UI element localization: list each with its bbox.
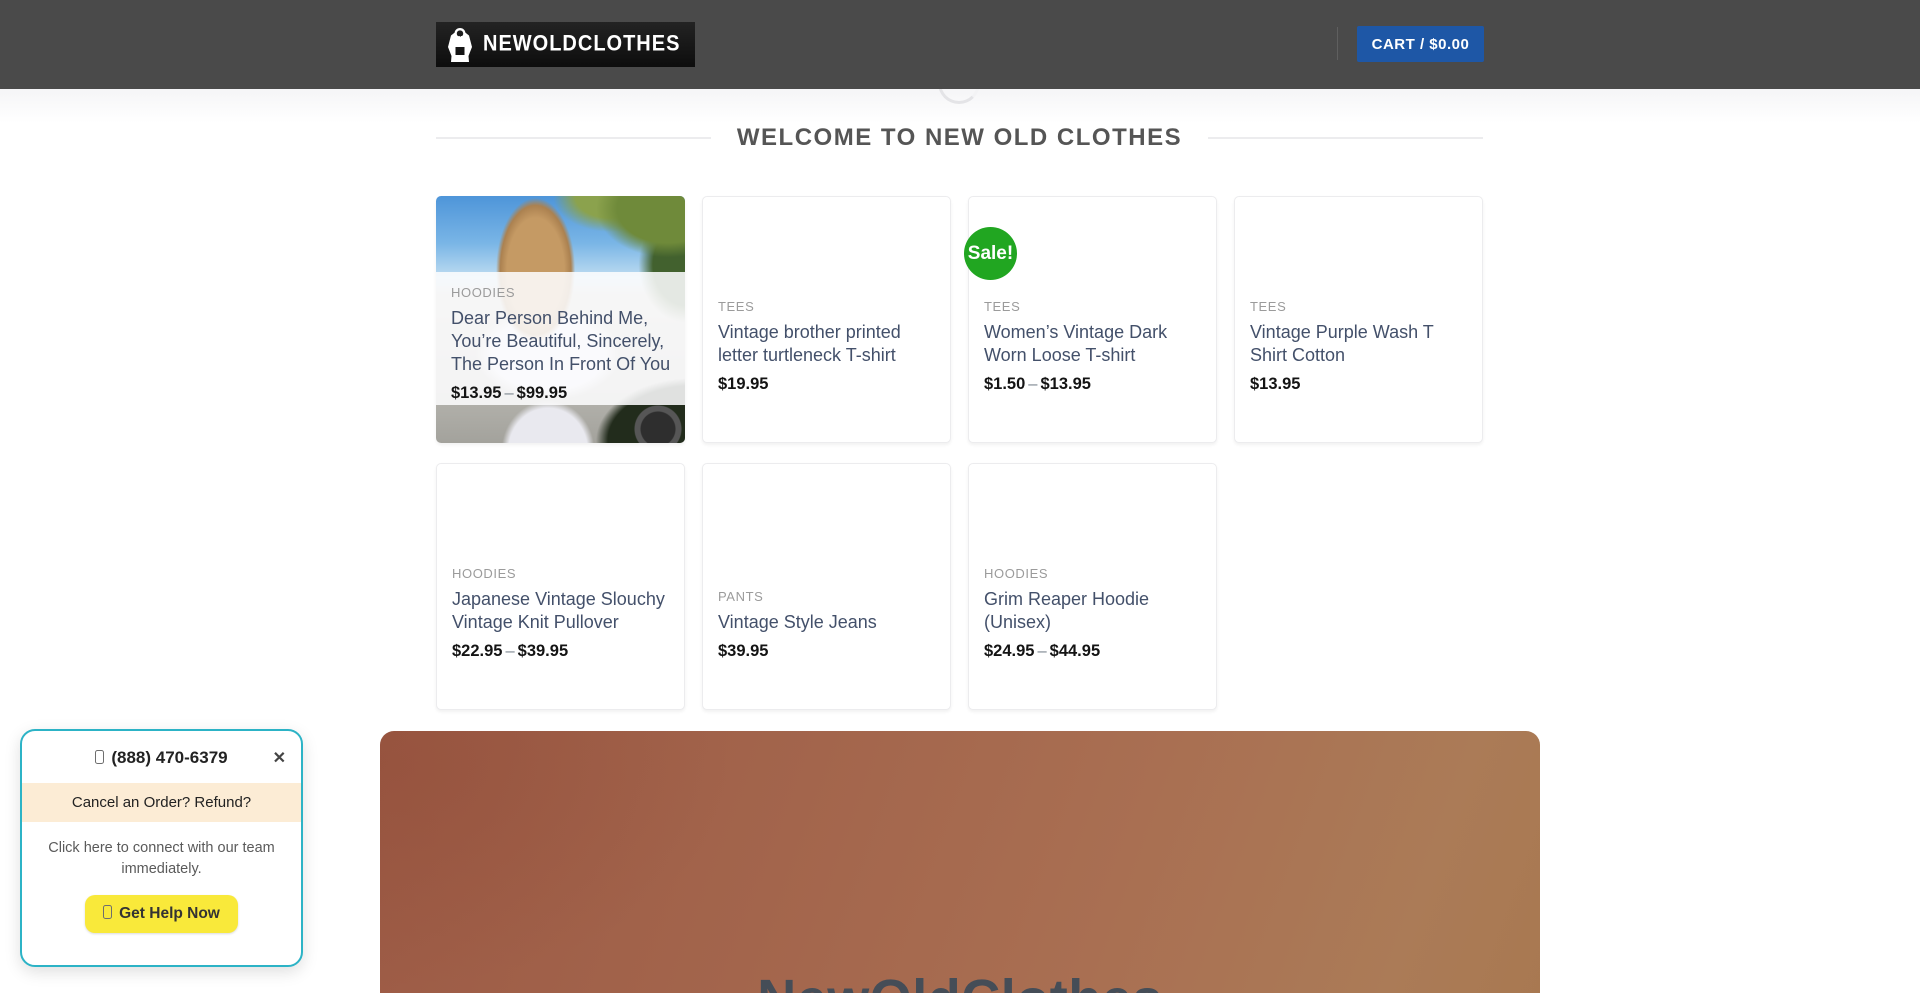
product-price: $22.95–$39.95 xyxy=(452,642,676,661)
site-header: NEWOLDCLOTHES CART / $0.00 xyxy=(0,0,1920,89)
price-to: $39.95 xyxy=(518,642,568,660)
chat-bubble-icon xyxy=(103,905,112,919)
price-from: $22.95 xyxy=(452,642,502,660)
product-price: $13.95–$99.95 xyxy=(451,384,677,403)
product-card[interactable]: Sale! TEES Women’s Vintage Dark Worn Loo… xyxy=(968,196,1217,443)
brand-banner-text: NewOldClothes xyxy=(380,968,1540,993)
header-divider xyxy=(1337,27,1338,60)
title-rule-left xyxy=(436,137,711,139)
logo-text: NEWOLDCLOTHES xyxy=(483,32,680,58)
product-category[interactable]: TEES xyxy=(984,299,1208,314)
product-title[interactable]: Women’s Vintage Dark Worn Loose T-shirt xyxy=(984,321,1208,367)
product-title[interactable]: Japanese Vintage Slouchy Vintage Knit Pu… xyxy=(452,588,676,634)
price-to: $44.95 xyxy=(1050,642,1100,660)
phone-icon xyxy=(95,750,104,764)
chat-widget: (888) 470-6379 ✕ Cancel an Order? Refund… xyxy=(20,729,303,967)
get-help-label: Get Help Now xyxy=(119,905,220,922)
brand-banner: NewOldClothes xyxy=(380,731,1540,993)
product-card[interactable]: PANTS Vintage Style Jeans $39.95 xyxy=(702,463,951,710)
product-price: $39.95 xyxy=(718,642,942,661)
product-title[interactable]: Vintage Purple Wash T Shirt Cotton xyxy=(1250,321,1474,367)
price-from: $13.95 xyxy=(1250,375,1300,393)
get-help-button[interactable]: Get Help Now xyxy=(85,895,238,933)
price-from: $1.50 xyxy=(984,375,1025,393)
page-title: WELCOME TO NEW OLD CLOTHES xyxy=(737,124,1182,152)
product-price: $24.95–$44.95 xyxy=(984,642,1208,661)
price-separator: – xyxy=(1025,375,1040,393)
chat-message: Click here to connect with our team imme… xyxy=(40,838,284,880)
product-price: $1.50–$13.95 xyxy=(984,375,1208,394)
price-to: $13.95 xyxy=(1040,375,1090,393)
sale-badge: Sale! xyxy=(964,227,1017,280)
product-price: $19.95 xyxy=(718,375,942,394)
product-card[interactable]: HOODIES Grim Reaper Hoodie (Unisex) $24.… xyxy=(968,463,1217,710)
cart-button[interactable]: CART / $0.00 xyxy=(1357,26,1484,62)
product-card[interactable]: TEES Vintage brother printed letter turt… xyxy=(702,196,951,443)
product-title[interactable]: Vintage brother printed letter turtlenec… xyxy=(718,321,942,367)
product-title[interactable]: Vintage Style Jeans xyxy=(718,611,942,634)
product-title[interactable]: Dear Person Behind Me, You’re Beautiful,… xyxy=(451,307,677,376)
chat-header: (888) 470-6379 ✕ xyxy=(22,748,301,768)
price-from: $13.95 xyxy=(451,384,501,402)
price-separator: – xyxy=(502,642,517,660)
product-card[interactable]: TEES Vintage Purple Wash T Shirt Cotton … xyxy=(1234,196,1483,443)
product-category[interactable]: TEES xyxy=(718,299,942,314)
product-category[interactable]: HOODIES xyxy=(451,285,677,300)
title-rule-right xyxy=(1208,137,1483,139)
product-category[interactable]: HOODIES xyxy=(984,566,1208,581)
welcome-section: WELCOME TO NEW OLD CLOTHES xyxy=(436,122,1483,154)
product-category[interactable]: TEES xyxy=(1250,299,1474,314)
product-card[interactable]: HOODIES Dear Person Behind Me, You’re Be… xyxy=(436,196,685,443)
loading-spinner xyxy=(928,89,992,113)
price-to: $99.95 xyxy=(517,384,567,402)
chat-topic-banner[interactable]: Cancel an Order? Refund? xyxy=(22,783,301,822)
product-title[interactable]: Grim Reaper Hoodie (Unisex) xyxy=(984,588,1208,634)
price-from: $39.95 xyxy=(718,642,768,660)
price-from: $19.95 xyxy=(718,375,768,393)
product-grid: HOODIES Dear Person Behind Me, You’re Be… xyxy=(436,196,1483,710)
price-separator: – xyxy=(1034,642,1049,660)
product-card[interactable]: HOODIES Japanese Vintage Slouchy Vintage… xyxy=(436,463,685,710)
product-price: $13.95 xyxy=(1250,375,1474,394)
product-info-overlay: HOODIES Dear Person Behind Me, You’re Be… xyxy=(436,272,685,405)
price-separator: – xyxy=(501,384,516,402)
spinner-ring-icon xyxy=(938,89,980,104)
close-icon[interactable]: ✕ xyxy=(273,748,286,768)
price-from: $24.95 xyxy=(984,642,1034,660)
product-category[interactable]: HOODIES xyxy=(452,566,676,581)
site-logo[interactable]: NEWOLDCLOTHES xyxy=(436,22,695,67)
hoodie-logo-icon xyxy=(446,27,474,63)
chat-phone-number[interactable]: (888) 470-6379 xyxy=(111,748,227,767)
product-category[interactable]: PANTS xyxy=(718,589,942,604)
